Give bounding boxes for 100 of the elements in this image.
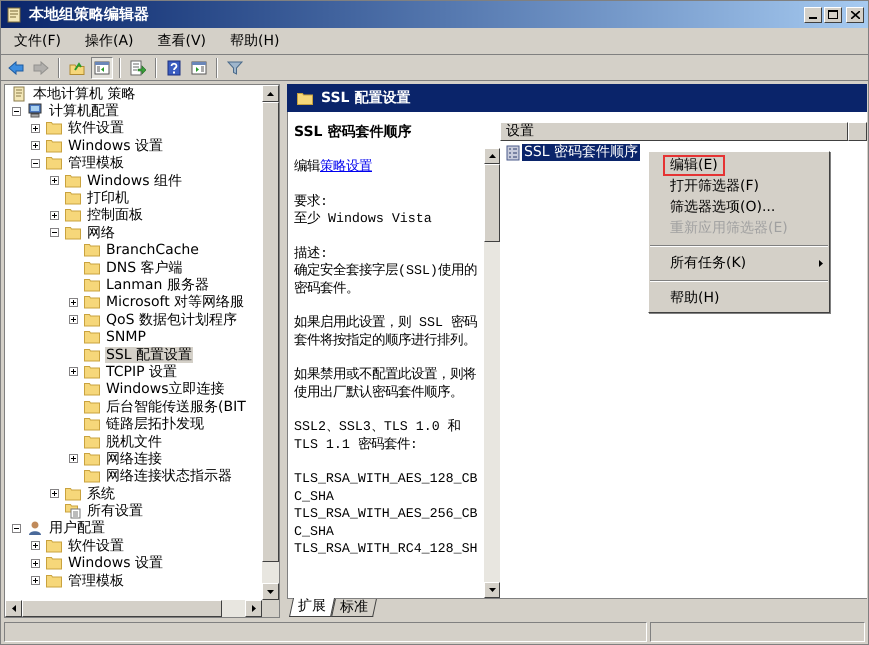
tab[interactable]: 标准 [331,599,377,617]
tree-item[interactable]: 脱机文件 [105,434,163,450]
horizontal-scrollbar[interactable] [5,600,279,617]
menu-item[interactable]: 文件(F) [7,28,68,54]
tree-item[interactable]: DNS 客户端 [105,260,184,276]
expand-icon[interactable] [69,367,78,376]
tree-item[interactable]: 系统 [86,486,116,502]
expand-icon[interactable] [31,576,40,586]
folder-icon [84,398,100,415]
tree-item[interactable]: 软件设置 [67,538,125,554]
tree-item[interactable]: 控制面板 [86,207,144,224]
maximize-button[interactable] [824,6,842,22]
column-header[interactable]: 设置 [500,122,848,141]
menu-item[interactable]: 筛选器选项(O)... [649,197,829,218]
menu-item[interactable]: 帮助(H) [649,288,829,309]
minimize-icon [809,16,817,18]
tree-item[interactable]: 网络连接状态指示器 [105,468,233,484]
description-text: 如果启用此设置，则 SSL 密码套件将按指定的顺序进行排列。 [294,314,478,349]
collapse-icon[interactable] [50,228,59,238]
expand-icon[interactable] [50,210,59,220]
expand-icon[interactable] [69,298,78,307]
expand-icon[interactable] [69,454,78,464]
expand-icon[interactable] [31,141,40,150]
folder-icon [65,190,81,206]
tree-item[interactable]: 用户配置 [48,520,106,536]
folder-icon [84,450,100,467]
tree-item[interactable]: 打印机 [86,190,130,206]
scroll-down-button[interactable] [484,582,500,598]
submenu-arrow-icon [819,260,823,267]
tree-item[interactable]: 管理模板 [67,572,125,589]
tab[interactable]: 扩展 [288,598,336,617]
tree-item[interactable]: Microsoft 对等网络服 [105,294,246,310]
menu-item[interactable]: 打开筛选器(F) [649,176,829,197]
tree-item[interactable]: 软件设置 [67,120,125,136]
minimize-button[interactable] [804,6,822,22]
expand-icon[interactable] [31,124,40,133]
scroll-up-button[interactable] [262,85,279,102]
up-arrow-icon [267,92,274,96]
collapse-icon[interactable] [12,524,21,533]
close-button[interactable] [846,6,864,22]
tree-item[interactable]: Windows 组件 [86,172,183,189]
folder-icon [46,120,62,136]
tree-item[interactable]: Windows 设置 [67,555,164,572]
toolbar-button[interactable] [91,56,113,78]
folder-icon [84,276,100,293]
list-row[interactable]: SSL 密码套件顺序 [522,144,640,161]
window-title: 本地组策略编辑器 [29,4,149,26]
folder-icon [46,555,62,572]
scroll-right-button[interactable] [245,600,262,617]
scroll-up-button[interactable] [484,148,500,164]
tree-item[interactable]: QoS 数据包计划程序 [105,312,238,328]
tree-item[interactable]: 所有设置 [86,503,144,520]
tree-item[interactable]: 计算机配置 [48,103,120,120]
scroll-thumb[interactable] [484,164,500,242]
edit-policy-text: 编辑策略设置 [294,158,373,176]
help-icon [166,60,182,76]
folder-icon [84,416,100,432]
scroll-left-button[interactable] [5,600,22,617]
description-text: 如果禁用或不配置此设置，则将使用出厂默认密码套件顺序。 [294,366,477,401]
folder-icon [46,155,62,172]
folder-icon [46,538,62,554]
collapse-icon[interactable] [31,158,40,168]
column-header[interactable] [848,122,867,141]
tree-item[interactable]: TCPIP 设置 [105,364,178,380]
pane-title: SSL 配置设置 [321,88,410,108]
expand-icon[interactable] [50,489,59,498]
tree-item[interactable]: 网络 [86,224,116,241]
tree-item[interactable]: BranchCache [105,242,200,258]
tree-item[interactable]: 链路层拓扑发现 [105,416,205,432]
user-icon [27,520,43,536]
folder-icon [84,294,100,310]
expand-icon[interactable] [31,558,40,568]
tree-item[interactable]: SSL 配置设置 [105,346,194,363]
folder-icon [84,434,100,450]
tree-item[interactable]: SNMP [105,329,147,346]
tree-item[interactable]: 后台智能传送服务(BIT [105,398,247,415]
scroll-down-button[interactable] [262,583,279,600]
tree-item[interactable]: 本地计算机 策略 [32,86,136,102]
menu-item[interactable]: 编辑(E) [649,155,829,176]
expand-icon[interactable] [31,541,40,550]
policy-settings-link[interactable]: 策略设置 [320,159,372,174]
tree-item[interactable]: Windows 设置 [67,138,164,154]
menu-item[interactable]: 操作(A) [78,28,140,54]
scroll-thumb[interactable] [22,600,222,617]
description-text: 描述: 确定安全套接字层(SSL)使用的密码套件。 [294,244,478,297]
folder-up-icon [69,60,85,76]
tree-item[interactable]: Windows立即连接 [105,381,226,398]
menu-item[interactable]: 帮助(H) [223,28,286,54]
description-text: 要求: 至少 Windows Vista [294,192,433,228]
tree-item[interactable]: 管理模板 [67,155,125,172]
tree-item[interactable]: 网络连接 [105,450,163,467]
menu-item[interactable]: 查看(V) [150,28,214,54]
expand-icon[interactable] [69,315,78,324]
collapse-icon[interactable] [12,106,21,116]
description-scrollbar[interactable] [484,148,500,598]
description-text: SSL2、SSL3、TLS 1.0 和 TLS 1.1 密码套件: [294,418,462,453]
right-arrow-icon [252,605,256,612]
expand-icon[interactable] [50,176,59,186]
tree-item[interactable]: Lanman 服务器 [105,276,210,293]
menu-item[interactable]: 所有任务(K) [649,253,829,274]
